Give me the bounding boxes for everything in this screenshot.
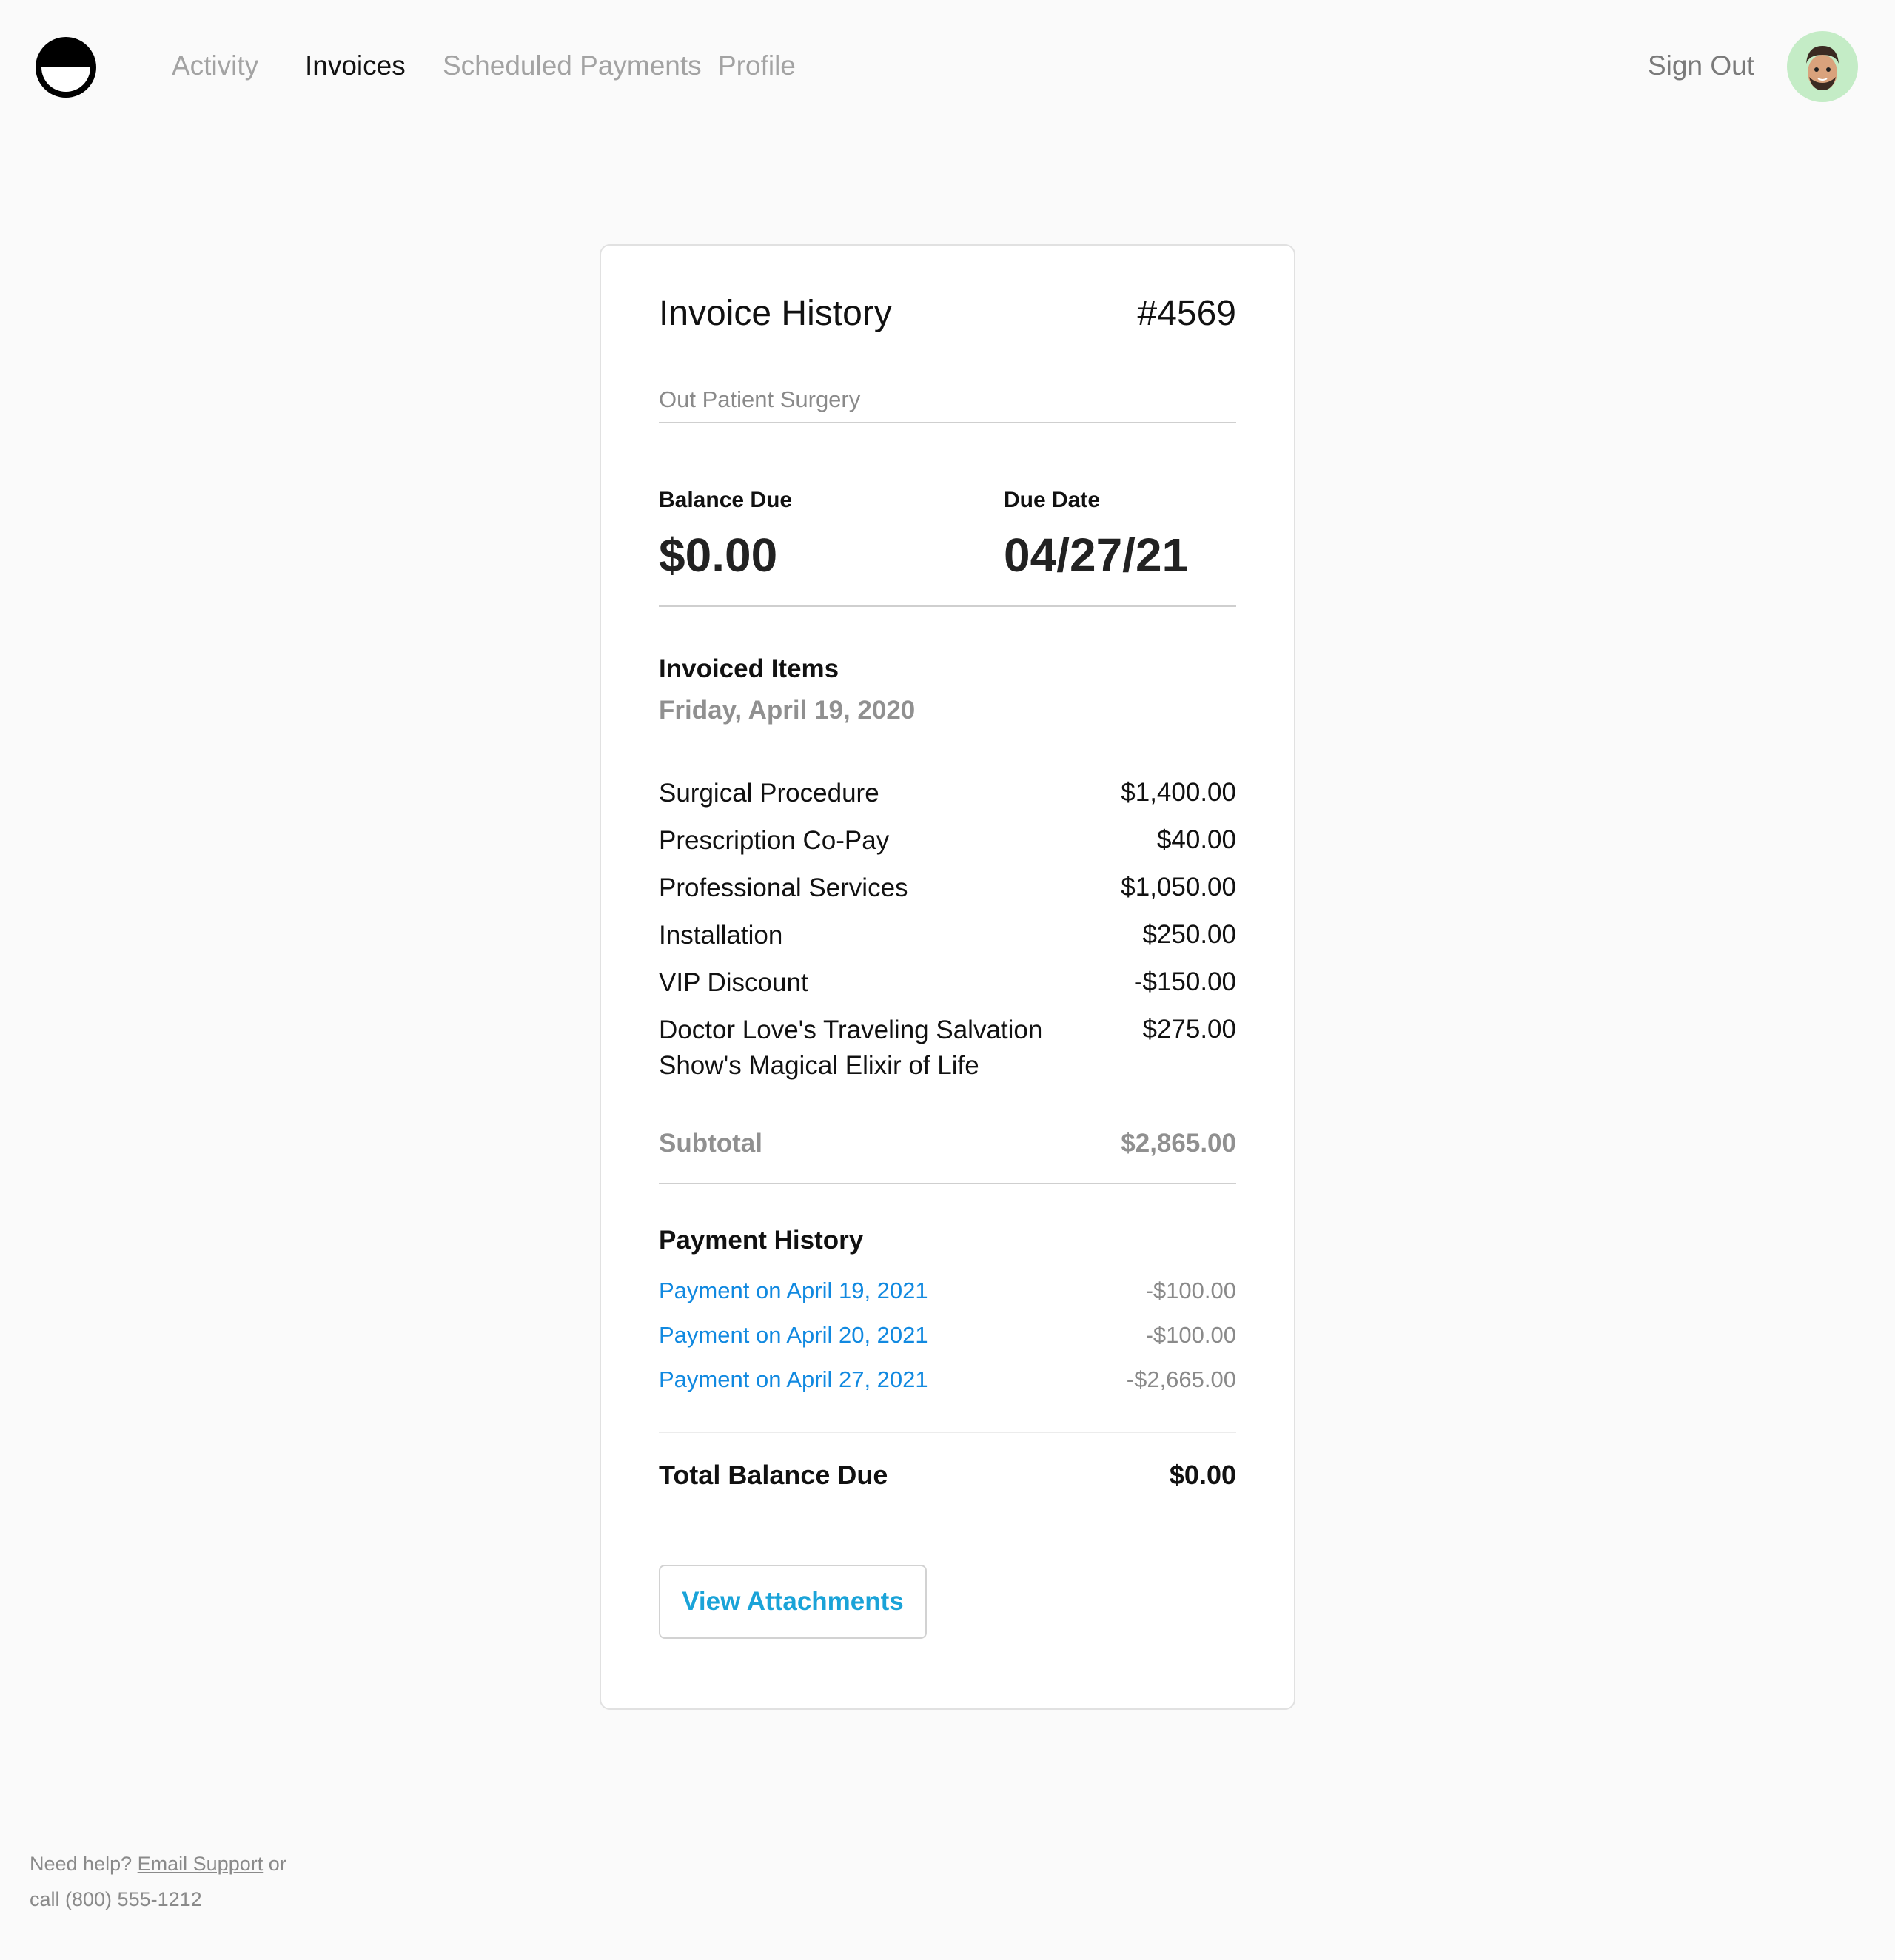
top-nav-bar: Activity Invoices Scheduled Payments Pro… xyxy=(0,0,1895,133)
divider xyxy=(659,422,1236,423)
invoiced-items-list: Surgical Procedure $1,400.00 Prescriptio… xyxy=(659,776,1236,1095)
nav-scheduled-payments[interactable]: Scheduled Payments xyxy=(443,47,702,84)
nav-profile[interactable]: Profile xyxy=(718,47,796,84)
help-suffix: or xyxy=(268,1853,286,1875)
item-name: Prescription Co-Pay xyxy=(659,826,890,855)
payment-history-list: Payment on April 19, 2021 -$100.00 Payme… xyxy=(659,1269,1236,1402)
list-item: VIP Discount -$150.00 xyxy=(659,965,1236,1001)
nav-invoices[interactable]: Invoices xyxy=(305,47,406,84)
list-item: Payment on April 27, 2021 -$2,665.00 xyxy=(659,1357,1236,1402)
subtotal-value: $2,865.00 xyxy=(1121,1129,1236,1158)
item-amount: -$150.00 xyxy=(1133,967,1236,996)
item-name: Installation xyxy=(659,921,783,950)
payment-amount: -$100.00 xyxy=(1145,1278,1236,1303)
sign-out-link[interactable]: Sign Out xyxy=(1648,47,1754,84)
balance-due-label: Balance Due xyxy=(659,488,793,512)
payment-amount: -$2,665.00 xyxy=(1126,1366,1236,1392)
list-item: Surgical Procedure $1,400.00 xyxy=(659,776,1236,811)
divider xyxy=(659,1183,1236,1184)
brand-logo-icon[interactable] xyxy=(33,34,99,101)
payment-history-heading: Payment History xyxy=(659,1226,864,1255)
list-item: Professional Services $1,050.00 xyxy=(659,870,1236,906)
invoiced-items-heading: Invoiced Items xyxy=(659,654,839,683)
invoiced-items-date: Friday, April 19, 2020 xyxy=(659,696,916,725)
invoice-number: #4569 xyxy=(1137,294,1236,333)
balance-due-value: $0.00 xyxy=(659,528,778,582)
help-line: Need help? Email Support or xyxy=(30,1846,286,1882)
item-amount: $40.00 xyxy=(1156,825,1236,854)
item-amount: $1,400.00 xyxy=(1121,778,1236,807)
due-date-label: Due Date xyxy=(1004,488,1101,512)
payment-link[interactable]: Payment on April 19, 2021 xyxy=(659,1278,928,1304)
divider xyxy=(659,1432,1236,1433)
divider xyxy=(659,605,1236,607)
help-footer: Need help? Email Support or call (800) 5… xyxy=(30,1846,286,1917)
list-item: Doctor Love's Traveling Salvation Show's… xyxy=(659,1013,1236,1084)
due-date-value: 04/27/21 xyxy=(1004,528,1189,582)
total-balance-value: $0.00 xyxy=(1169,1460,1236,1490)
list-item: Payment on April 19, 2021 -$100.00 xyxy=(659,1269,1236,1313)
help-prefix: Need help? xyxy=(30,1853,133,1875)
user-avatar-icon xyxy=(1806,46,1839,90)
item-name: Surgical Procedure xyxy=(659,779,879,808)
item-name: VIP Discount xyxy=(659,968,808,997)
payment-link[interactable]: Payment on April 27, 2021 xyxy=(659,1366,928,1393)
item-name: Doctor Love's Traveling Salvation Show's… xyxy=(659,1016,1043,1080)
view-attachments-button[interactable]: View Attachments xyxy=(659,1565,927,1639)
call-line: call (800) 555-1212 xyxy=(30,1888,202,1910)
invoice-card: Invoice History #4569 Out Patient Surger… xyxy=(600,244,1295,1710)
total-balance-label: Total Balance Due xyxy=(659,1460,888,1490)
payment-amount: -$100.00 xyxy=(1145,1322,1236,1348)
list-item: Payment on April 20, 2021 -$100.00 xyxy=(659,1313,1236,1357)
item-name: Professional Services xyxy=(659,873,908,902)
item-amount: $1,050.00 xyxy=(1121,873,1236,902)
list-item: Installation $250.00 xyxy=(659,918,1236,953)
invoice-subtitle: Out Patient Surgery xyxy=(659,386,861,412)
nav-activity[interactable]: Activity xyxy=(172,47,258,84)
subtotal-label: Subtotal xyxy=(659,1129,762,1158)
payment-link[interactable]: Payment on April 20, 2021 xyxy=(659,1322,928,1349)
item-amount: $250.00 xyxy=(1142,920,1236,949)
list-item: Prescription Co-Pay $40.00 xyxy=(659,823,1236,859)
avatar[interactable] xyxy=(1787,31,1858,102)
item-amount: $275.00 xyxy=(1142,1015,1236,1044)
invoice-title: Invoice History xyxy=(659,294,892,333)
email-support-link[interactable]: Email Support xyxy=(138,1853,264,1875)
